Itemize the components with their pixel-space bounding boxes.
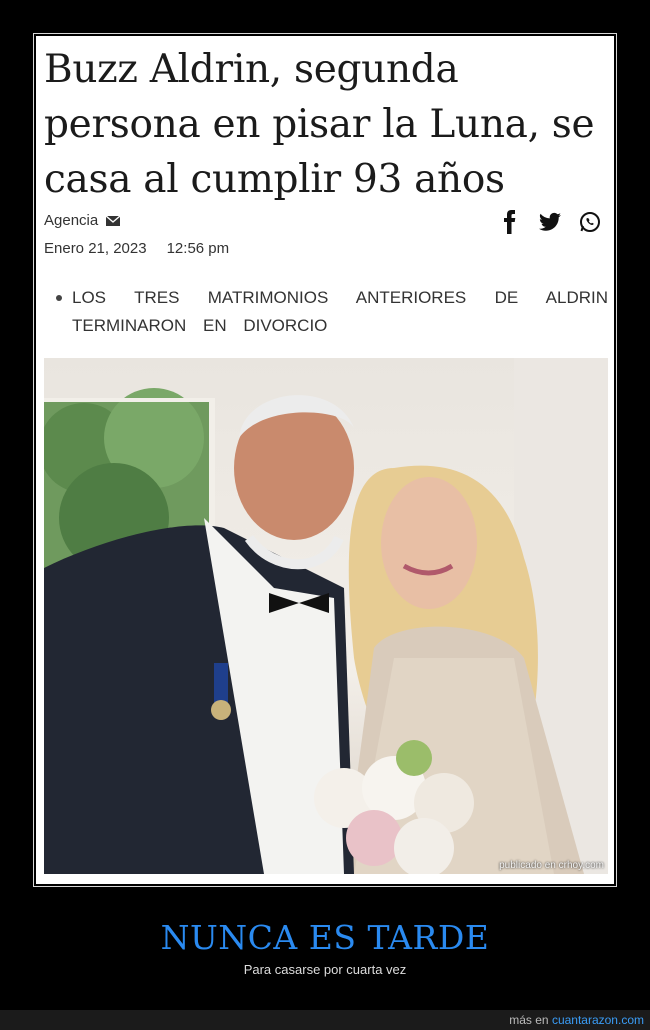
author-name[interactable]: Agencia bbox=[44, 212, 98, 229]
mail-icon[interactable] bbox=[106, 215, 121, 226]
share-buttons bbox=[498, 210, 602, 234]
article-headline: Buzz Aldrin, segunda persona en pisar la… bbox=[44, 47, 595, 202]
site-footer: más en cuantarazon.com bbox=[0, 1010, 650, 1030]
facebook-icon[interactable] bbox=[498, 210, 522, 234]
footer-prefix: más en bbox=[509, 1013, 549, 1027]
highlight-item: LOS TRES MATRIMONIOS ANTERIORES DE ALDRI… bbox=[56, 284, 608, 340]
photo-credit: publicado en crhoy.com bbox=[499, 860, 604, 871]
site-link[interactable]: cuantarazon.com bbox=[552, 1013, 644, 1027]
twitter-icon[interactable] bbox=[538, 210, 562, 234]
article-highlights: LOS TRES MATRIMONIOS ANTERIORES DE ALDRI… bbox=[56, 284, 608, 340]
publish-date-row: Enero 21, 2023 12:56 pm bbox=[44, 240, 229, 257]
whatsapp-icon[interactable] bbox=[578, 210, 602, 234]
publish-time: 12:56 pm bbox=[166, 240, 230, 257]
author-row: Agencia bbox=[44, 212, 121, 229]
publish-date: Enero 21, 2023 bbox=[44, 240, 147, 257]
article-screenshot: Buzz Aldrin, segunda persona en pisar la… bbox=[36, 36, 614, 884]
meme-title: NUNCA ES TARDE bbox=[160, 918, 490, 957]
wedding-photo: publicado en crhoy.com bbox=[44, 358, 608, 874]
meme-subtitle: Para casarse por cuarta vez bbox=[243, 962, 407, 977]
